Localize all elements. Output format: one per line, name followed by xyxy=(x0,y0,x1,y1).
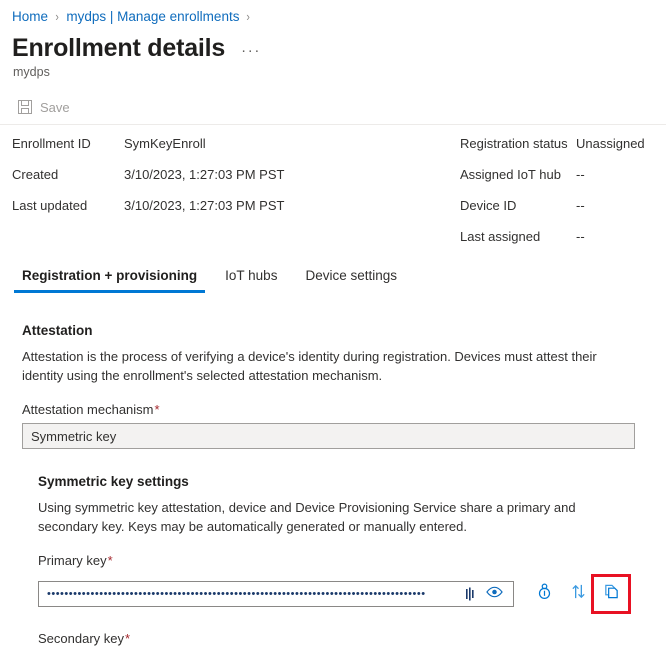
swap-keys-icon xyxy=(570,583,587,605)
attestation-mechanism-label-text: Attestation mechanism xyxy=(22,402,154,417)
properties-right-column: Registration status Unassigned Assigned … xyxy=(460,135,645,259)
primary-key-copy-highlight xyxy=(591,574,631,614)
attestation-heading: Attestation xyxy=(22,323,93,338)
breadcrumb-separator-icon: › xyxy=(55,9,59,24)
tab-device-settings[interactable]: Device settings xyxy=(291,268,411,293)
symmetric-key-settings-description: Using symmetric key attestation, device … xyxy=(38,500,576,534)
breadcrumb-item-manage-enrollments[interactable]: mydps | Manage enrollments xyxy=(66,8,239,26)
eye-icon xyxy=(485,585,503,603)
attestation-mechanism-value: Symmetric key xyxy=(31,428,117,444)
property-value: -- xyxy=(576,167,585,182)
status-badge: Unassigned xyxy=(576,136,645,151)
property-row: Last updated 3/10/2023, 1:27:03 PM PST xyxy=(12,197,284,214)
property-row: Last assigned -- xyxy=(460,228,645,245)
regenerate-key-icon xyxy=(536,583,553,605)
property-row: Assigned IoT hub -- xyxy=(460,166,645,183)
breadcrumb-item-home[interactable]: Home xyxy=(12,8,48,26)
primary-key-regenerate-button[interactable] xyxy=(531,581,557,607)
property-label: Device ID xyxy=(460,198,517,213)
command-bar-divider xyxy=(0,124,666,125)
property-row: Created 3/10/2023, 1:27:03 PM PST xyxy=(12,166,284,183)
text-caret-icon xyxy=(463,586,477,602)
property-label: Last assigned xyxy=(460,229,541,244)
tab-bar: Registration + provisioning IoT hubs Dev… xyxy=(8,268,411,293)
attestation-mechanism-input[interactable]: Symmetric key xyxy=(22,423,635,449)
attestation-mechanism-label: Attestation mechanism* xyxy=(22,401,644,418)
properties-left-column: Enrollment ID SymKeyEnroll Created 3/10/… xyxy=(12,135,284,228)
property-label: Enrollment ID xyxy=(12,136,91,151)
symmetric-key-settings-section: Symmetric key settings Using symmetric k… xyxy=(22,473,644,646)
primary-key-label: Primary key* xyxy=(38,552,644,569)
breadcrumb: Home › mydps | Manage enrollments › xyxy=(12,8,251,26)
save-floppy-icon xyxy=(17,99,33,115)
secondary-key-block: Secondary key* •••••••••••••••••••••••••… xyxy=(38,630,644,646)
primary-key-copy-button[interactable] xyxy=(598,581,624,607)
save-button-label: Save xyxy=(40,99,70,115)
attestation-description: Attestation is the process of verifying … xyxy=(22,349,597,383)
property-value: SymKeyEnroll xyxy=(124,136,206,151)
property-row: Registration status Unassigned xyxy=(460,135,645,152)
property-value: -- xyxy=(576,198,585,213)
primary-key-masked-value: ••••••••••••••••••••••••••••••••••••••••… xyxy=(47,588,426,600)
save-button[interactable]: Save xyxy=(12,96,75,118)
overflow-menu-icon[interactable]: ··· xyxy=(237,42,265,60)
required-marker: * xyxy=(125,631,131,646)
property-value: 3/10/2023, 1:27:03 PM PST xyxy=(124,167,285,182)
secondary-key-label-text: Secondary key xyxy=(38,631,124,646)
tab-panel-registration-provisioning: Attestation Attestation is the process o… xyxy=(22,322,644,646)
primary-key-row: ••••••••••••••••••••••••••••••••••••••••… xyxy=(38,574,644,614)
primary-key-swap-button[interactable] xyxy=(565,581,591,607)
tab-label: Device settings xyxy=(305,268,397,283)
required-marker: * xyxy=(154,402,160,417)
title-row: Enrollment details ··· xyxy=(12,32,265,64)
secondary-key-label: Secondary key* xyxy=(38,630,644,646)
property-label: Registration status xyxy=(460,136,568,151)
property-row: Device ID -- xyxy=(460,197,645,214)
primary-key-block: Primary key* •••••••••••••••••••••••••••… xyxy=(38,552,644,614)
property-value: 3/10/2023, 1:27:03 PM PST xyxy=(124,198,285,213)
breadcrumb-separator-icon: › xyxy=(246,9,251,24)
primary-key-show-button[interactable] xyxy=(481,582,507,606)
primary-key-input[interactable]: ••••••••••••••••••••••••••••••••••••••••… xyxy=(38,581,514,607)
required-marker: * xyxy=(107,553,113,568)
property-value: -- xyxy=(576,229,585,244)
property-label: Assigned IoT hub xyxy=(460,167,561,182)
primary-key-label-text: Primary key xyxy=(38,553,107,568)
tab-registration-provisioning[interactable]: Registration + provisioning xyxy=(8,268,211,293)
command-bar: Save xyxy=(12,96,75,118)
page-title: Enrollment details xyxy=(12,34,226,62)
enrollment-details-page: Home › mydps | Manage enrollments › Enro… xyxy=(0,0,666,646)
tab-iot-hubs[interactable]: IoT hubs xyxy=(211,268,291,293)
tab-label: IoT hubs xyxy=(225,268,278,283)
page-subtitle: mydps xyxy=(13,65,50,79)
symmetric-key-settings-heading: Symmetric key settings xyxy=(38,474,189,489)
property-label: Last updated xyxy=(12,198,88,213)
copy-icon xyxy=(603,583,620,605)
tab-label: Registration + provisioning xyxy=(22,268,198,283)
property-label: Created xyxy=(12,167,59,182)
property-row: Enrollment ID SymKeyEnroll xyxy=(12,135,284,152)
